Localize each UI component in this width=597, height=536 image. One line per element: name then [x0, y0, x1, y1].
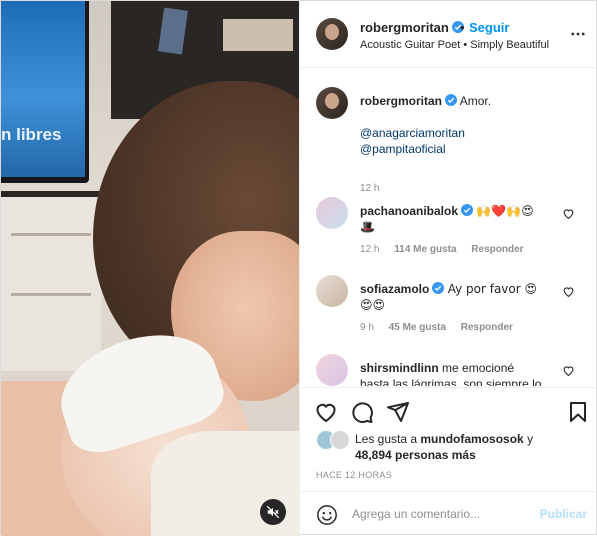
comment-likes[interactable]: 45 Me gusta [389, 322, 446, 333]
likes-user[interactable]: mundofamososok [420, 432, 523, 446]
comment-body: me emocioné [442, 361, 515, 375]
add-comment-bar: Publicar [300, 491, 597, 536]
liker-avatar[interactable] [330, 430, 350, 450]
comment-time[interactable]: 12 h [360, 244, 379, 255]
comment-input[interactable] [352, 505, 527, 523]
tv: n libres [1, 1, 89, 183]
comment-username[interactable]: pachanoanibalok [360, 204, 458, 218]
comment-body: Ay por favor 😍 [447, 282, 537, 296]
more-horizontal-icon[interactable] [569, 25, 587, 43]
verified-icon [461, 204, 474, 216]
post-sidebar: robergmoritan • Seguir Acoustic Guitar P… [299, 1, 597, 536]
post-actions: Les gusta a mundofamososok y 48,894 pers… [300, 387, 597, 485]
cabinet-line [11, 233, 91, 236]
comments-list[interactable]: robergmoritan Amor. @anagarciamoritan @p… [300, 68, 597, 386]
bookmark-icon[interactable] [566, 400, 590, 424]
book [158, 7, 188, 55]
comment-time[interactable]: 9 h [360, 322, 374, 333]
comment-text: sofiazamolo Ay por favor 😍 😍😍 [360, 281, 570, 313]
verified-icon [445, 94, 458, 106]
box [223, 19, 293, 51]
like-comment-heart-icon[interactable] [562, 285, 575, 298]
like-heart-icon[interactable] [314, 400, 338, 424]
tv-screen-text: n libres [1, 125, 62, 144]
comment-bubble-icon[interactable] [350, 400, 374, 424]
like-comment-heart-icon[interactable] [562, 207, 575, 220]
speaker-muted-icon [266, 505, 280, 519]
tv-screen: n libres [1, 1, 85, 177]
caption-body: Amor. [459, 94, 492, 108]
author-username[interactable]: robergmoritan [360, 20, 464, 35]
comment-meta: 12 h 114 Me gusta Responder [360, 244, 536, 255]
commenter-avatar[interactable] [316, 197, 348, 229]
comment-body-line2: 🎩 [360, 220, 375, 234]
cabinet [1, 191, 101, 371]
caption-text: robergmoritan Amor. @anagarciamoritan @p… [360, 93, 570, 157]
likes-prefix: Les gusta a [355, 432, 421, 446]
cabinet-line [11, 293, 91, 296]
likes-count[interactable]: 48,894 personas más [355, 448, 476, 462]
post-time-ago[interactable]: HACE 12 HORAS [316, 470, 392, 480]
comment-text: shirsmindlinn me emocioné hasta las lágr… [360, 360, 570, 386]
comment-body: 🙌❤️🙌😍 [476, 204, 534, 218]
commenter-avatar[interactable] [316, 275, 348, 307]
separator-dot: • [460, 20, 465, 35]
avatar-face [325, 24, 339, 40]
comment-meta: 9 h 45 Me gusta Responder [360, 322, 525, 333]
emoji-smiley-icon[interactable] [316, 504, 338, 526]
mention-link[interactable]: @anagarciamoritan [360, 125, 570, 141]
avatar-face [325, 93, 339, 109]
author-subtitle: Acoustic Guitar Poet • Simply Beautiful [360, 39, 550, 51]
mute-button[interactable] [260, 499, 286, 525]
author-username-text: robergmoritan [360, 20, 449, 35]
publish-button[interactable]: Publicar [540, 507, 587, 521]
comment-text: pachanoanibalok 🙌❤️🙌😍 🎩 [360, 203, 570, 235]
follow-button[interactable]: Seguir [469, 20, 509, 35]
verified-icon [432, 282, 445, 294]
like-comment-heart-icon[interactable] [562, 364, 575, 377]
instagram-post: n libres robergmoritan • Seguir Acoustic… [0, 0, 597, 536]
caption-meta: 12 h [360, 183, 391, 194]
reply-button[interactable]: Responder [461, 322, 513, 333]
post-header: robergmoritan • Seguir Acoustic Guitar P… [300, 1, 597, 68]
caption-username[interactable]: robergmoritan [360, 94, 442, 108]
commenter-avatar[interactable] [316, 354, 348, 386]
likes-text: Les gusta a mundofamososok y 48,894 pers… [355, 431, 555, 463]
comment-username[interactable]: sofiazamolo [360, 282, 429, 296]
comment-body-line2: 😍😍 [360, 298, 386, 312]
comment-body-line2: hasta las lágrimas, son siempre lo [360, 377, 542, 386]
post-video[interactable]: n libres [1, 1, 299, 536]
reply-button[interactable]: Responder [471, 244, 523, 255]
author-avatar[interactable] [316, 87, 348, 119]
comment-likes[interactable]: 114 Me gusta [394, 244, 456, 255]
share-send-icon[interactable] [386, 400, 410, 424]
likes-connector: y [523, 432, 534, 446]
comment-username[interactable]: shirsmindlinn [360, 361, 439, 375]
mention-link[interactable]: @pampitaoficial [360, 141, 570, 157]
caption-time[interactable]: 12 h [360, 183, 379, 194]
author-avatar[interactable] [316, 18, 348, 50]
